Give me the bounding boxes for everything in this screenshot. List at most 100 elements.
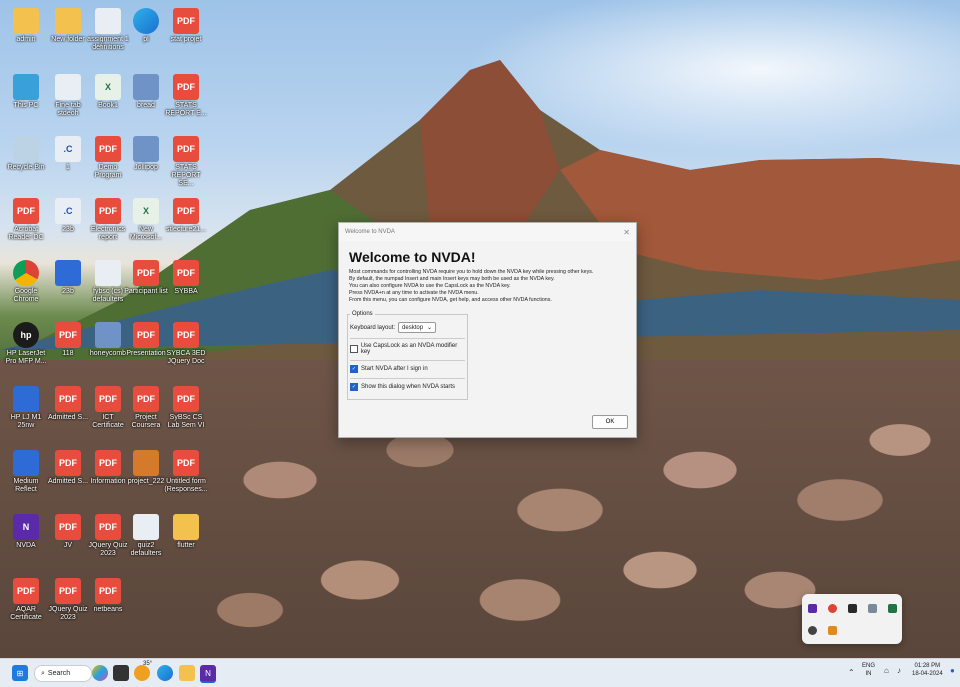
desktop-icon-untitled-form[interactable]: PDF Untitled form (Responses...: [164, 450, 208, 494]
edge-icon[interactable]: [157, 665, 173, 681]
pdf-icon: PDF: [55, 450, 81, 476]
capslock-checkbox-label: Use CapsLock as an NVDA modifier key: [360, 343, 458, 355]
dialog-paragraph: By default, the numpad Insert and main I…: [349, 276, 555, 282]
desktop-icon-project-222[interactable]: project_222: [124, 450, 168, 486]
blue-icon: [13, 450, 39, 476]
desktop-icon-label: HP LJ M1 25nw: [10, 414, 42, 429]
windows-start-icon[interactable]: ⊞: [12, 665, 28, 681]
desktop-icon-pl[interactable]: pl: [124, 8, 168, 44]
dialog-titlebar[interactable]: Welcome to NVDA ✕: [339, 223, 636, 241]
desktop-icon-label: quiz2 defaulters: [130, 542, 162, 557]
desktop-icon-hp-lj-m1[interactable]: HP LJ M1 25nw: [4, 386, 48, 430]
update-tray-icon[interactable]: [828, 626, 837, 635]
security-tray-icon[interactable]: [808, 626, 817, 635]
search-icon: ⌕: [41, 669, 45, 677]
desktop-icon-medium-reflect[interactable]: Medium Reflect: [4, 450, 48, 494]
printer-tray-icon[interactable]: [868, 604, 877, 613]
nvda-welcome-dialog: Welcome to NVDA ✕ Welcome to NVDA! Most …: [338, 222, 637, 438]
chrome-tray-icon[interactable]: [828, 604, 837, 613]
desktop-icon-project-coursera[interactable]: PDF Project Coursera: [124, 386, 168, 430]
desktop-icon-app-23b[interactable]: 23b: [46, 260, 90, 296]
desktop-icon-nvda[interactable]: N NVDA: [4, 514, 48, 550]
copilot-icon[interactable]: [92, 665, 108, 681]
img-icon: [133, 74, 159, 100]
desktop-icon-admitted-s[interactable]: PDF Admitted S...: [46, 386, 90, 422]
desktop-icon-stats-report-se[interactable]: PDF STATS REPORT SE...: [164, 136, 208, 188]
desktop-icon-flutter[interactable]: flutter: [164, 514, 208, 550]
divider: [350, 360, 465, 361]
start-after-signin-checkbox[interactable]: ✓: [350, 365, 358, 373]
task-view-icon[interactable]: [113, 665, 129, 681]
desktop-icon-label: New Microsof...: [129, 226, 163, 241]
desktop-icon-label: Medium Reflect: [13, 478, 39, 493]
desktop-icon-label: project_222: [127, 478, 165, 485]
chevron-up-icon[interactable]: ⌃: [848, 668, 855, 677]
clock-date: 18-04-2024: [912, 671, 943, 677]
clock[interactable]: 01:28 PM 18-04-2024: [912, 662, 943, 678]
excel-tray-icon[interactable]: [888, 604, 897, 613]
desktop-icon-label: AQAR Certificate: [10, 606, 42, 621]
desktop-icon-recycle-bin[interactable]: Recycle Bin: [4, 136, 48, 172]
taskbar: ⊞ ⌕ Search 35° N ⌃ ENG IN ⌂ ♪ 01:28 PM 1…: [0, 658, 960, 687]
desktop-icon-google-chrome[interactable]: Google Chrome: [4, 260, 48, 304]
start-after-signin-row[interactable]: ✓ Start NVDA after I sign in: [350, 365, 465, 373]
desktop-icon-sybsc-cs[interactable]: PDF SyBSc CS Lab Sem VI: [164, 386, 208, 430]
desktop-icon-presentation[interactable]: PDF Presentation: [124, 322, 168, 358]
desktop-icon-new-folder[interactable]: New folder: [46, 8, 90, 44]
chrome-icon: [13, 260, 39, 286]
desktop-icon-label: admin: [16, 36, 36, 43]
pdf-icon: PDF: [95, 450, 121, 476]
pdf-icon: PDF: [55, 578, 81, 604]
doc-icon: [95, 260, 121, 286]
weather-icon[interactable]: [134, 665, 150, 681]
desktop-icon-c-23b[interactable]: .C 23b: [46, 198, 90, 234]
desktop-icon-jollipop[interactable]: Jollipop: [124, 136, 168, 172]
app-tray-icon[interactable]: [848, 604, 857, 613]
pdf-icon: PDF: [95, 386, 121, 412]
desktop-icon-sybba[interactable]: PDF SYBBA: [164, 260, 208, 296]
desktop-icon-bread[interactable]: bread: [124, 74, 168, 110]
nvda-tray-icon[interactable]: [808, 604, 817, 613]
desktop-icon-pdf-jv[interactable]: PDF JV: [46, 514, 90, 550]
network-icon[interactable]: ⌂: [884, 666, 889, 675]
desktop-icon-this-pc[interactable]: This PC: [4, 74, 48, 110]
doc-icon: [95, 8, 121, 34]
language-indicator[interactable]: ENG IN: [862, 662, 875, 678]
desktop-icon-admin[interactable]: admin: [4, 8, 48, 44]
desktop-icon-quiz2-defaulters[interactable]: quiz2 defaulters: [124, 514, 168, 558]
img-icon: [133, 136, 159, 162]
keyboard-layout-label: Keyboard layout:: [350, 324, 396, 331]
desktop-icon-stats-report-e[interactable]: PDF STATS REPORT E...: [164, 74, 208, 118]
close-icon[interactable]: ✕: [623, 228, 630, 237]
desktop-icon-hp-laserjet[interactable]: hp HP LaserJet Pro MFP M...: [4, 322, 48, 366]
divider: [350, 338, 465, 339]
desktop-icon-admitted-s2[interactable]: PDF Admitted S...: [46, 450, 90, 486]
desktop-icon-c-1[interactable]: .C 1: [46, 136, 90, 172]
desktop-icon-fine-tab[interactable]: Fine tab stdeoh: [46, 74, 90, 118]
desktop-icon-netbeans[interactable]: PDF netbeans: [86, 578, 130, 614]
desktop-icon-jquery-quiz-2023[interactable]: PDF JQuery Quiz 2023: [46, 578, 90, 622]
search-box[interactable]: ⌕ Search: [34, 665, 92, 682]
desktop-icon-participant-list[interactable]: PDF Participant list: [124, 260, 168, 296]
notification-bell-icon[interactable]: ●: [950, 666, 955, 675]
ok-button[interactable]: OK: [592, 415, 628, 429]
desktop-icon-pdf-118[interactable]: PDF 118: [46, 322, 90, 358]
pdf-icon: PDF: [13, 198, 39, 224]
keyboard-layout-row: Keyboard layout: desktop ⌄: [350, 322, 465, 333]
capslock-checkbox-row[interactable]: Use CapsLock as an NVDA modifier key: [350, 343, 465, 355]
desktop-icon-sybca-jquery[interactable]: PDF SYBCA 3ED JQuery Doc: [164, 322, 208, 366]
file-explorer-icon[interactable]: [179, 665, 195, 681]
nvda-taskbar-icon[interactable]: N: [200, 665, 216, 683]
capslock-checkbox[interactable]: [350, 345, 358, 353]
show-dialog-checkbox[interactable]: ✓: [350, 383, 358, 391]
desktop-icon-stlecture21[interactable]: PDF stlecture21...: [164, 198, 208, 234]
blue-icon: [13, 386, 39, 412]
keyboard-layout-select[interactable]: desktop ⌄: [398, 322, 437, 333]
desktop-icon-aqar-certificate[interactable]: PDF AQAR Certificate: [4, 578, 48, 622]
show-dialog-row[interactable]: ✓ Show this dialog when NVDA starts: [350, 383, 465, 391]
pdf-icon: PDF: [173, 260, 199, 286]
desktop-icon-acrobat[interactable]: PDF Acrobat Reader DC: [4, 198, 48, 242]
volume-icon[interactable]: ♪: [897, 666, 901, 675]
desktop-icon-stat-projet[interactable]: PDF stat projet: [164, 8, 208, 44]
desktop-icon-new-microsoft[interactable]: X New Microsof...: [124, 198, 168, 242]
